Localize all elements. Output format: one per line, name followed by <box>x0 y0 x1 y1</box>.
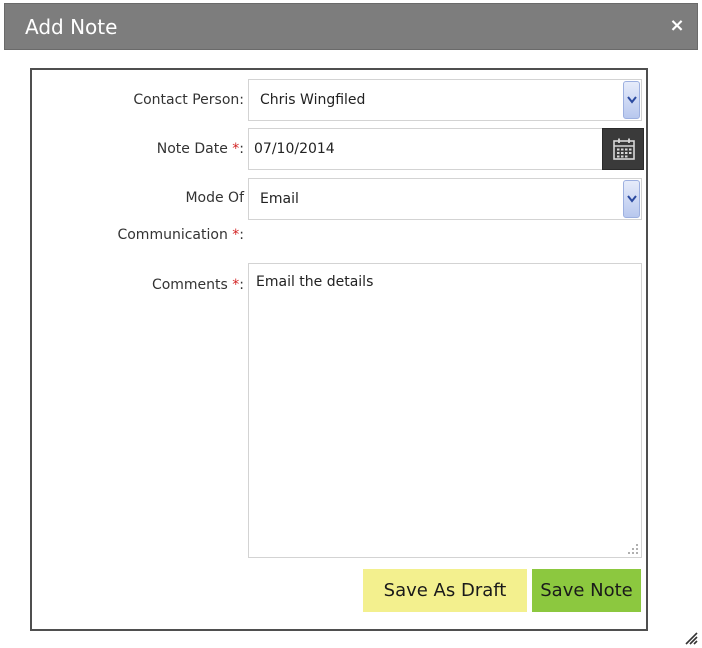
contact-person-label: Contact Person: <box>133 92 244 108</box>
note-form: Contact Person: Chris Wingfiled Note Dat… <box>30 68 648 631</box>
comments-label: Comments *: <box>151 277 244 293</box>
resize-grip-icon[interactable] <box>627 543 639 555</box>
chevron-down-icon[interactable] <box>623 81 640 119</box>
close-icon[interactable]: × <box>667 16 687 36</box>
mode-select[interactable]: Email <box>248 178 642 220</box>
save-note-button[interactable]: Save Note <box>532 569 641 612</box>
note-date-label: Note Date *: <box>156 141 244 157</box>
calendar-icon[interactable] <box>602 128 644 170</box>
chevron-down-icon[interactable] <box>623 180 640 218</box>
save-as-draft-button[interactable]: Save As Draft <box>363 569 527 612</box>
mode-label-line2: Communication *: <box>117 227 244 243</box>
note-date-input[interactable]: 07/10/2014 <box>248 128 604 170</box>
dialog-titlebar: Add Note × <box>4 3 698 50</box>
dialog-title: Add Note <box>25 15 118 39</box>
note-date-value: 07/10/2014 <box>254 141 335 157</box>
comments-textarea[interactable]: Email the details <box>248 263 642 558</box>
comments-value: Email the details <box>256 274 374 290</box>
dialog-resize-icon[interactable] <box>684 631 698 645</box>
contact-person-select[interactable]: Chris Wingfiled <box>248 79 642 121</box>
mode-label-line1: Mode Of <box>185 190 244 206</box>
contact-person-value: Chris Wingfiled <box>260 92 366 108</box>
mode-value: Email <box>260 191 299 207</box>
